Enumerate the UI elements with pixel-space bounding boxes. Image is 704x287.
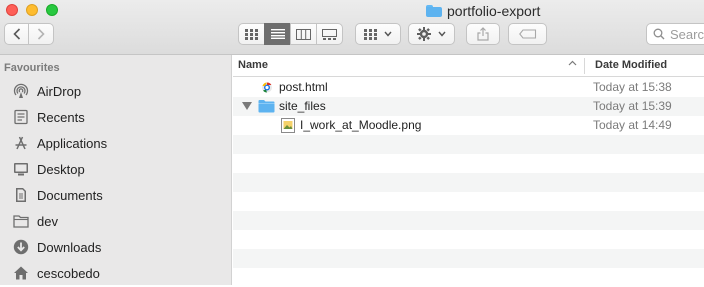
sidebar-item-desktop[interactable]: Desktop <box>0 157 231 181</box>
minimize-window-button[interactable] <box>26 4 38 16</box>
documents-icon <box>12 187 30 203</box>
empty-row <box>233 135 704 154</box>
chevron-right-icon <box>37 28 45 40</box>
sidebar: Favourites AirDrop Recents Applications … <box>0 55 232 285</box>
action-menu-button[interactable] <box>408 23 455 45</box>
view-mode-selector <box>238 23 343 45</box>
folder-icon <box>12 213 30 229</box>
recents-icon <box>12 109 30 125</box>
file-row-site-files[interactable]: site_files Today at 15:39 <box>233 97 704 116</box>
sidebar-item-recents[interactable]: Recents <box>0 105 231 129</box>
file-date-modified: Today at 15:39 <box>593 99 672 113</box>
back-button[interactable] <box>4 23 29 45</box>
sidebar-section-heading: Favourites <box>4 62 60 74</box>
folder-icon <box>426 5 442 17</box>
tag-icon <box>518 29 536 39</box>
sidebar-item-downloads[interactable]: Downloads <box>0 235 231 259</box>
zoom-window-button[interactable] <box>46 4 58 16</box>
file-date-modified: Today at 14:49 <box>593 118 672 132</box>
toolbar: portfolio-export Searc <box>0 0 704 55</box>
tags-button[interactable] <box>508 23 547 45</box>
chevron-down-icon <box>438 31 446 37</box>
file-list-header: Name Date Modified <box>233 55 704 77</box>
empty-row <box>233 268 704 287</box>
column-divider[interactable] <box>584 58 585 74</box>
chevron-left-icon <box>12 28 20 40</box>
disclosure-triangle-icon[interactable] <box>242 102 252 110</box>
name-column-header[interactable]: Name <box>238 59 268 71</box>
home-icon <box>12 265 30 281</box>
file-name: site_files <box>279 99 326 113</box>
sidebar-item-applications[interactable]: Applications <box>0 131 231 155</box>
list-view-button[interactable] <box>264 23 291 45</box>
window-title-text: portfolio-export <box>447 3 541 19</box>
file-list: Name Date Modified post.html Today at 15… <box>233 55 704 285</box>
share-button[interactable] <box>466 23 500 45</box>
empty-row <box>233 173 704 192</box>
gallery-view-button[interactable] <box>316 23 343 45</box>
list-view-icon <box>270 29 285 39</box>
sidebar-item-dev[interactable]: dev <box>0 209 231 233</box>
empty-row <box>233 211 704 230</box>
sidebar-item-home[interactable]: cescobedo <box>0 261 231 285</box>
sidebar-item-label: Applications <box>37 135 108 151</box>
html-file-icon <box>260 80 276 95</box>
gallery-view-icon <box>322 28 337 40</box>
forward-button[interactable] <box>28 23 54 45</box>
sidebar-item-label: Downloads <box>37 239 102 255</box>
chevron-down-icon <box>384 31 392 37</box>
search-icon <box>653 28 665 40</box>
column-view-icon <box>296 28 311 40</box>
share-icon <box>477 27 489 41</box>
close-window-button[interactable] <box>6 4 18 16</box>
sidebar-item-label: Desktop <box>37 161 85 177</box>
desktop-icon <box>12 161 30 177</box>
sidebar-item-label: dev <box>37 213 58 229</box>
file-row-image[interactable]: I_work_at_Moodle.png Today at 14:49 <box>233 116 704 135</box>
downloads-icon <box>12 239 30 255</box>
window-title: portfolio-export <box>426 2 540 20</box>
sidebar-item-airdrop[interactable]: AirDrop <box>0 79 231 103</box>
icon-view-icon <box>245 28 258 40</box>
column-view-button[interactable] <box>290 23 317 45</box>
file-date-modified: Today at 15:38 <box>593 80 672 94</box>
image-file-icon <box>281 118 297 133</box>
sidebar-item-label: Documents <box>37 187 103 203</box>
empty-row <box>233 192 704 211</box>
sort-chevron-icon <box>568 58 577 69</box>
airdrop-icon <box>12 83 30 99</box>
search-field[interactable]: Search <box>646 23 704 45</box>
applications-icon <box>12 135 30 151</box>
empty-row <box>233 154 704 173</box>
date-modified-column-header[interactable]: Date Modified <box>595 59 667 71</box>
group-by-button[interactable] <box>355 23 401 45</box>
icon-view-button[interactable] <box>238 23 265 45</box>
file-name: post.html <box>279 80 328 94</box>
sidebar-item-label: Recents <box>37 109 85 125</box>
search-placeholder: Search <box>670 26 704 42</box>
group-grid-icon <box>364 28 377 40</box>
gear-icon <box>417 27 431 41</box>
file-row-post-html[interactable]: post.html Today at 15:38 <box>233 78 704 97</box>
file-name: I_work_at_Moodle.png <box>300 118 422 132</box>
sidebar-item-label: AirDrop <box>37 83 82 99</box>
sidebar-item-documents[interactable]: Documents <box>0 183 231 207</box>
folder-icon <box>258 99 275 114</box>
empty-row <box>233 230 704 249</box>
empty-row <box>233 249 704 268</box>
sidebar-item-label: cescobedo <box>37 265 100 281</box>
